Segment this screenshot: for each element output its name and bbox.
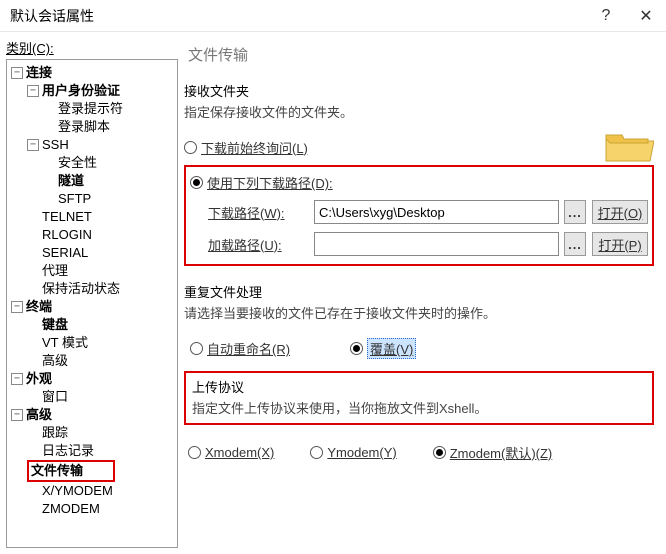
collapse-icon[interactable]: − bbox=[11, 373, 23, 385]
dup-desc: 请选择当要接收的文件已存在于接收文件夹时的操作。 bbox=[184, 303, 654, 322]
tree-xymodem[interactable]: X/YMODEM bbox=[27, 482, 175, 500]
tree-terminal[interactable]: −终端 bbox=[11, 298, 175, 316]
upload-desc: 指定文件上传协议来使用，当你拖放文件到Xshell。 bbox=[192, 398, 646, 417]
radio-auto-rename[interactable]: 自动重命名(R) bbox=[190, 339, 290, 358]
upload-protocol-group: 上传协议 指定文件上传协议来使用，当你拖放文件到Xshell。 bbox=[184, 371, 654, 425]
close-button[interactable]: ✕ bbox=[626, 0, 666, 32]
tree-ssh-sftp[interactable]: SFTP bbox=[43, 190, 175, 208]
panel-title: 文件传输 bbox=[184, 38, 654, 75]
radio-icon bbox=[190, 342, 203, 355]
tree-connection[interactable]: −连接 bbox=[11, 64, 175, 82]
radio-xmodem[interactable]: Xmodem(X) bbox=[188, 445, 274, 460]
tree-telnet[interactable]: TELNET bbox=[27, 208, 175, 226]
tree-zmodem[interactable]: ZMODEM bbox=[27, 500, 175, 518]
tree-login-script[interactable]: 登录脚本 bbox=[43, 118, 175, 136]
radio-ymodem[interactable]: Ymodem(Y) bbox=[310, 445, 396, 460]
load-path-label: 加载路径(U): bbox=[208, 235, 308, 254]
collapse-icon[interactable]: − bbox=[11, 301, 23, 313]
sidebar: 类别(C): −连接 −用户身份验证 登录提示符 登录脚本 bbox=[6, 38, 178, 548]
open-download-button[interactable]: 打开(O) bbox=[592, 200, 648, 224]
main-panel: 文件传输 接收文件夹 指定保存接收文件的文件夹。 下载前始终询问(L) 使用下列… bbox=[178, 38, 660, 548]
category-tree[interactable]: −连接 −用户身份验证 登录提示符 登录脚本 −SSH 安 bbox=[6, 59, 178, 548]
tree-keyboard[interactable]: 键盘 bbox=[27, 316, 175, 334]
radio-icon bbox=[184, 141, 197, 154]
tree-ssh[interactable]: −SSH bbox=[27, 136, 175, 154]
dup-title: 重复文件处理 bbox=[184, 282, 654, 301]
tree-user-identity[interactable]: −用户身份验证 bbox=[27, 82, 175, 100]
tree-ssh-security[interactable]: 安全性 bbox=[43, 154, 175, 172]
tree-vt[interactable]: VT 模式 bbox=[27, 334, 175, 352]
open-load-button[interactable]: 打开(P) bbox=[592, 232, 648, 256]
download-path-input[interactable]: C:\Users\xyg\Desktop bbox=[314, 200, 559, 224]
category-label: 类别(C): bbox=[6, 38, 178, 57]
tree-login-prompt[interactable]: 登录提示符 bbox=[43, 100, 175, 118]
receive-desc: 指定保存接收文件的文件夹。 bbox=[184, 102, 654, 121]
tree-term-advanced[interactable]: 高级 bbox=[27, 352, 175, 370]
tree-ssh-tunnel[interactable]: 隧道 bbox=[43, 172, 175, 190]
tree-trace[interactable]: 跟踪 bbox=[27, 424, 175, 442]
tree-serial[interactable]: SERIAL bbox=[27, 244, 175, 262]
radio-icon bbox=[433, 446, 446, 459]
receive-title: 接收文件夹 bbox=[184, 81, 654, 100]
radio-ask-before-download[interactable]: 下载前始终询问(L) bbox=[184, 138, 604, 157]
radio-icon bbox=[190, 176, 203, 189]
tree-keepalive[interactable]: 保持活动状态 bbox=[27, 280, 175, 298]
radio-zmodem[interactable]: Zmodem(默认)(Z) bbox=[433, 443, 553, 462]
browse-download-button[interactable]: ... bbox=[564, 200, 586, 224]
collapse-icon[interactable]: − bbox=[11, 67, 23, 79]
collapse-icon[interactable]: − bbox=[11, 409, 23, 421]
upload-title: 上传协议 bbox=[192, 377, 646, 396]
tree-logging[interactable]: 日志记录 bbox=[27, 442, 175, 460]
download-path-label: 下载路径(W): bbox=[208, 203, 308, 222]
titlebar: 默认会话属性 ? ✕ bbox=[0, 0, 666, 32]
collapse-icon[interactable]: − bbox=[27, 85, 39, 97]
window-title: 默认会话属性 bbox=[10, 6, 586, 26]
tree-rlogin[interactable]: RLOGIN bbox=[27, 226, 175, 244]
radio-icon bbox=[310, 446, 323, 459]
tree-proxy[interactable]: 代理 bbox=[27, 262, 175, 280]
download-path-group: 使用下列下载路径(D): 下载路径(W): C:\Users\xyg\Deskt… bbox=[184, 165, 654, 266]
browse-load-button[interactable]: ... bbox=[564, 232, 586, 256]
load-path-input[interactable] bbox=[314, 232, 559, 256]
collapse-icon[interactable]: − bbox=[27, 139, 39, 151]
tree-window[interactable]: 窗口 bbox=[27, 388, 175, 406]
tree-appearance[interactable]: −外观 bbox=[11, 370, 175, 388]
tree-file-transfer[interactable]: 文件传输 bbox=[27, 460, 175, 482]
help-button[interactable]: ? bbox=[586, 0, 626, 32]
folder-icon bbox=[604, 129, 654, 165]
tree-advanced[interactable]: −高级 bbox=[11, 406, 175, 424]
radio-icon bbox=[350, 342, 363, 355]
radio-overwrite[interactable]: 覆盖(V) bbox=[350, 338, 416, 359]
radio-icon bbox=[188, 446, 201, 459]
radio-use-path[interactable]: 使用下列下载路径(D): bbox=[190, 173, 648, 192]
